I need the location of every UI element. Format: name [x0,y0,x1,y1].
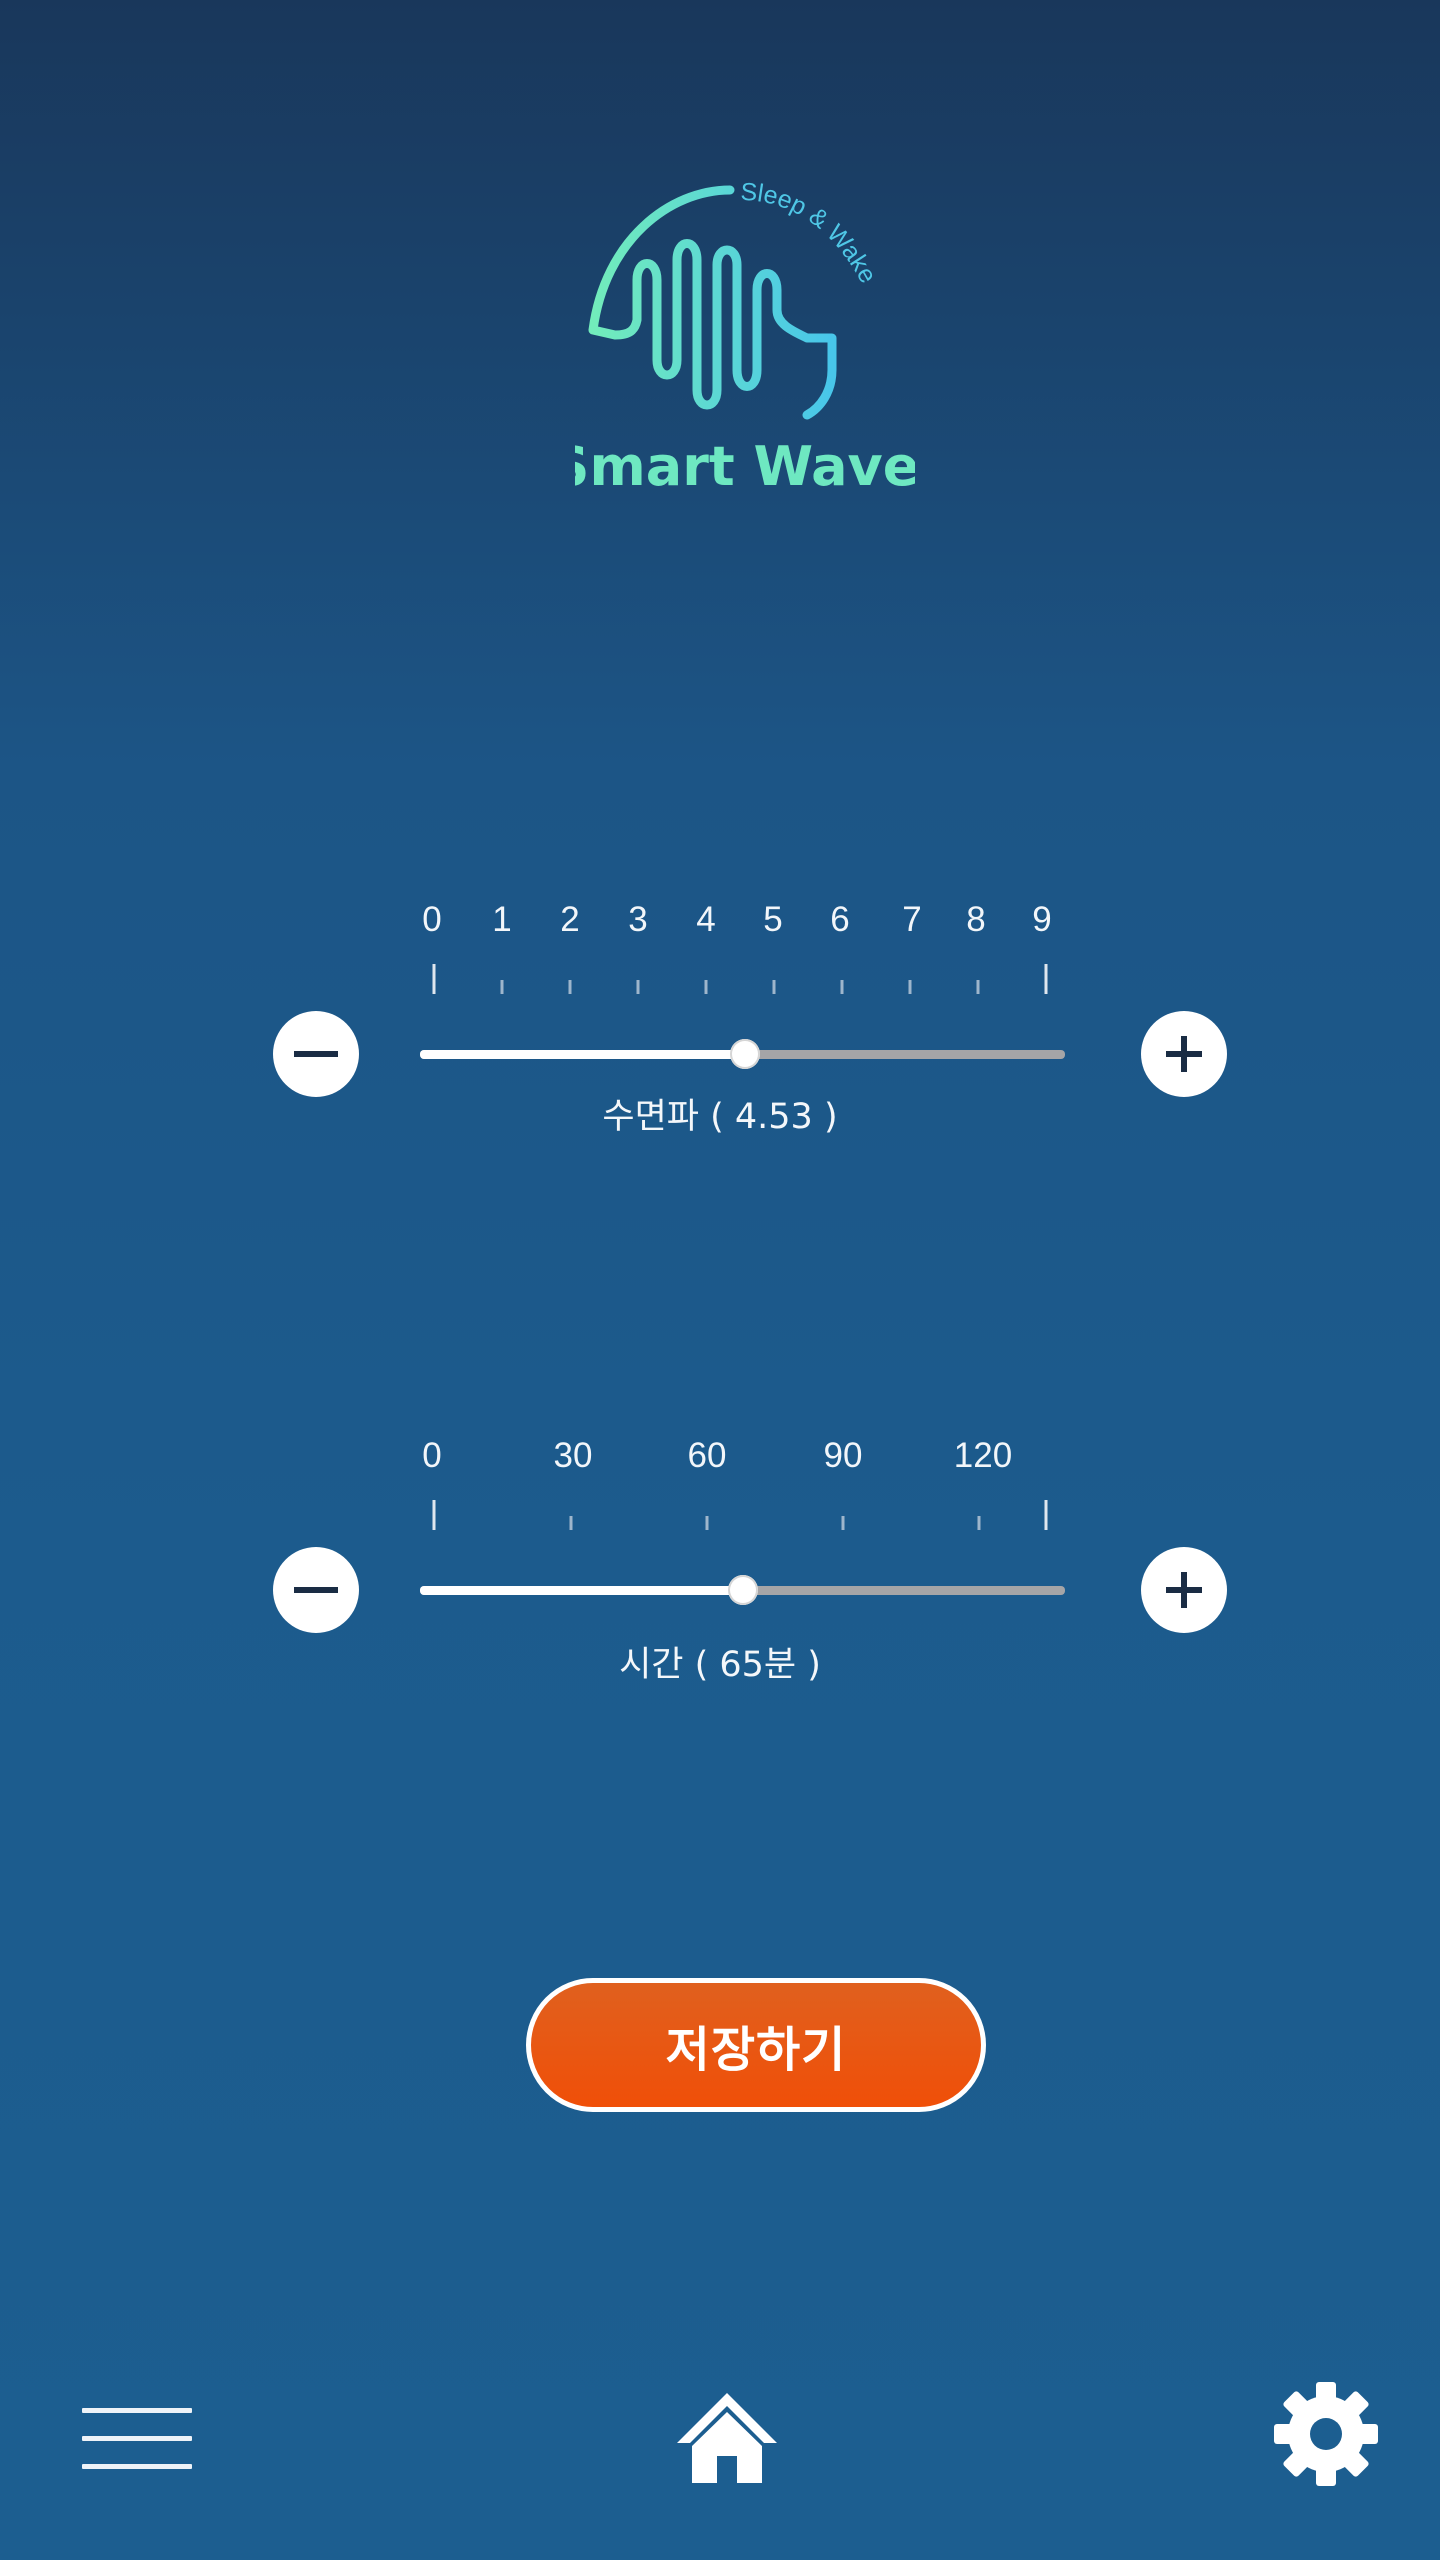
tick-mark [704,980,708,994]
logo-name: Smart Wave [575,435,915,498]
tick-mark [976,980,980,994]
minus-icon [294,1051,338,1057]
menu-line [82,2464,192,2469]
slider-thumb[interactable] [728,1575,758,1605]
bottom-navigation [0,2370,1440,2520]
time-increase-button[interactable] [1141,1547,1227,1633]
tick-label: 120 [953,1436,1013,1475]
slider-thumb[interactable] [730,1039,760,1069]
tick-label: 3 [628,900,648,939]
tick-label: 1 [492,900,512,939]
menu-line [82,2408,192,2413]
home-icon[interactable] [672,2388,782,2488]
slider-fill [420,1050,745,1059]
menu-line [82,2436,192,2441]
time-tick-labels: 0 30 60 90 120 [0,1436,1440,1486]
tick-label: 30 [553,1436,593,1475]
tick-mark [841,1516,845,1530]
sleep-wave-decrease-button[interactable] [273,1011,359,1097]
time-slider[interactable] [420,1575,1065,1605]
wave-logo-icon: Sleep & Wake Smart Wave [551,178,920,498]
tick-label: 0 [422,900,442,939]
time-value-label: 시간 ( 65분 ) [619,1645,821,1685]
tick-mark [1044,964,1048,994]
tick-label: 5 [763,900,783,939]
smart-wave-logo: Sleep & Wake Smart Wave [551,170,920,510]
tick-mark [432,1500,436,1530]
tick-mark [705,1516,709,1530]
sleep-wave-tick-labels: 0 1 2 3 4 5 6 7 8 9 [0,900,1440,950]
plus-icon [1166,1036,1202,1072]
minus-icon [294,1587,338,1593]
tick-label: 60 [687,1436,727,1475]
sleep-wave-value-label: 수면파 ( 4.53 ) [602,1097,838,1137]
tick-label: 0 [422,1436,442,1475]
tick-mark [908,980,912,994]
tick-label: 8 [966,900,986,939]
save-button[interactable]: 저장하기 [526,1978,986,2112]
tick-label: 90 [823,1436,863,1475]
tick-mark [500,980,504,994]
tick-label: 9 [1032,900,1052,939]
slider-fill [420,1586,743,1595]
tick-label: 4 [696,900,716,939]
tick-label: 2 [560,900,580,939]
sleep-wave-ticks [0,964,1440,1004]
plus-icon [1166,1572,1202,1608]
tick-mark [636,980,640,994]
tick-mark [569,1516,573,1530]
tick-mark [977,1516,981,1530]
time-decrease-button[interactable] [273,1547,359,1633]
tick-label: 6 [830,900,850,939]
tick-mark [432,964,436,994]
tick-mark [1044,1500,1048,1530]
sleep-wave-increase-button[interactable] [1141,1011,1227,1097]
time-ticks [0,1500,1440,1540]
tick-mark [840,980,844,994]
gear-icon[interactable] [1272,2380,1380,2488]
tick-mark [568,980,572,994]
tick-label: 7 [902,900,922,939]
tick-mark [772,980,776,994]
sleep-wave-slider[interactable] [420,1039,1065,1069]
hamburger-menu-icon[interactable] [82,2408,192,2483]
